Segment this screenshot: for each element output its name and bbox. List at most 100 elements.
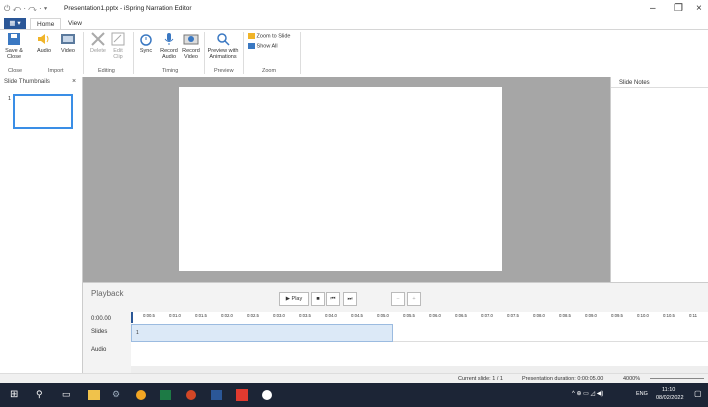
- file-menu-tab[interactable]: ▦ ▾: [4, 18, 26, 29]
- edit-clip-icon: [111, 32, 125, 46]
- ribbon: Save & Close Audio Video Delete Edit Cli…: [0, 29, 708, 78]
- timeline-tick-label: 0:10.5: [663, 313, 675, 318]
- timeline-tick-label: 0:10.0: [637, 313, 649, 318]
- row-label-audio: Audio: [91, 347, 107, 353]
- notifications-icon[interactable]: ▢: [694, 389, 702, 398]
- zoom-slider[interactable]: [650, 378, 704, 379]
- close-icon[interactable]: ×: [72, 78, 76, 85]
- minimize-button[interactable]: –: [650, 3, 656, 14]
- timeline-scrollbar[interactable]: [131, 366, 708, 373]
- audio-label: Audio: [36, 48, 52, 54]
- slide-canvas[interactable]: [179, 87, 502, 271]
- show-all-label: Show All: [256, 43, 278, 50]
- record-video-button[interactable]: Record Video: [177, 32, 205, 60]
- timeline-tick-label: 0:01.0: [169, 313, 181, 318]
- preview-label: Preview with Animations: [207, 48, 239, 60]
- slide-thumbnail[interactable]: [13, 94, 73, 129]
- windows-start-icon[interactable]: ⊞: [10, 389, 18, 400]
- thumbnails-title: Slide Thumbnails: [4, 79, 50, 85]
- notes-title: Slide Notes: [619, 80, 650, 86]
- group-label-import: Import: [48, 68, 64, 74]
- excel-icon[interactable]: [160, 390, 171, 400]
- group-divider: [243, 32, 244, 74]
- group-divider: [300, 32, 301, 74]
- previous-button[interactable]: ⏮: [326, 292, 340, 306]
- record-audio-label: Record Audio: [160, 48, 178, 60]
- stop-button[interactable]: ■: [311, 292, 325, 306]
- chrome-icon[interactable]: [136, 390, 146, 400]
- slide-thumbnails-panel: Slide Thumbnails × 1: [0, 77, 83, 373]
- group-label-zoom: Zoom: [262, 68, 277, 74]
- timeline-tick-label: 0:00.5: [143, 313, 155, 318]
- timeline-tick-label: 0:05.5: [403, 313, 415, 318]
- save-close-icon: [8, 33, 20, 45]
- timeline-tick-label: 0:09.5: [611, 313, 623, 318]
- timeline-tick-label: 0:07.5: [507, 313, 519, 318]
- system-tray-icons[interactable]: ^ ⊕ ▭ ◿ ◀): [572, 390, 603, 397]
- play-button[interactable]: ▶ Play: [279, 292, 309, 306]
- zoom-to-slide-button[interactable]: Zoom to Slide: [248, 33, 290, 39]
- video-button[interactable]: Video: [54, 32, 82, 54]
- sync-label: Sync: [139, 48, 153, 54]
- thumbnails-header: Slide Thumbnails ×: [0, 77, 82, 87]
- maximize-button[interactable]: ❐: [674, 3, 683, 14]
- ribbon-tabs: ▦ ▾ Home View: [0, 18, 708, 30]
- language-indicator[interactable]: ENG: [636, 391, 648, 397]
- preview-animations-button[interactable]: Preview with Animations: [205, 32, 241, 60]
- quick-access-toolbar[interactable]: ⏻ ↶ · ↷ · ▾: [4, 4, 47, 14]
- video-label: Video: [61, 48, 75, 54]
- show-all-button[interactable]: Show All: [248, 43, 278, 49]
- file-explorer-icon[interactable]: [88, 390, 100, 400]
- acrobat-icon[interactable]: [236, 389, 248, 401]
- title-bar: ⏻ ↶ · ↷ · ▾ Presentation1.pptx - iSpring…: [0, 0, 708, 18]
- zoom-to-slide-icon: [248, 33, 255, 39]
- timeline-tick-label: 0:03.0: [273, 313, 285, 318]
- clock-time: 11:10: [662, 387, 676, 393]
- slide-clip[interactable]: 1: [131, 324, 393, 342]
- playback-title: Playback: [91, 289, 124, 298]
- powerpoint-icon[interactable]: [186, 390, 196, 400]
- show-all-icon: [248, 43, 255, 49]
- settings-icon[interactable]: ⚙: [112, 389, 120, 400]
- audio-track[interactable]: [131, 342, 708, 366]
- timeline-tick-label: 0:08.0: [533, 313, 545, 318]
- next-button[interactable]: ⏭: [343, 292, 357, 306]
- zoom-level: 4000%: [623, 376, 641, 382]
- slide-notes-panel: Slide Notes: [610, 77, 708, 282]
- playhead[interactable]: [131, 312, 133, 323]
- divider: [611, 87, 708, 88]
- timeline-tick-label: 0:06.0: [429, 313, 441, 318]
- task-view-icon[interactable]: ▭: [62, 389, 71, 400]
- zoom-in-button[interactable]: +: [407, 292, 421, 306]
- current-slide-status: Current slide: 1 / 1: [458, 376, 503, 382]
- stopwatch-icon: [140, 34, 152, 46]
- speaker-icon: [38, 34, 49, 44]
- timeline-tick-label: 0:07.0: [481, 313, 493, 318]
- slides-track: 1: [131, 323, 708, 342]
- search-icon[interactable]: ⚲: [36, 389, 43, 400]
- webcam-icon: [183, 34, 199, 45]
- timeline-tick-label: 0:08.5: [559, 313, 571, 318]
- zoom-to-slide-label: Zoom to Slide: [256, 33, 291, 40]
- timeline-tick-label: 0:06.5: [455, 313, 467, 318]
- timeline-tick-label: 0:03.5: [299, 313, 311, 318]
- group-label-editing: Editing: [98, 68, 115, 74]
- close-button[interactable]: ×: [696, 3, 702, 14]
- edit-clip-button[interactable]: Edit Clip: [104, 32, 132, 60]
- zoom-out-button[interactable]: −: [391, 292, 405, 306]
- preview-icon: [217, 33, 230, 46]
- timeline-tick-label: 0:04.5: [351, 313, 363, 318]
- slide-clip-label: 1: [136, 330, 139, 336]
- row-label-slides: Slides: [91, 329, 108, 335]
- word-icon[interactable]: [211, 390, 222, 400]
- ispring-icon[interactable]: [262, 390, 272, 400]
- time-readout: 0:00.00: [91, 316, 112, 322]
- save-close-button[interactable]: Save & Close: [0, 32, 28, 60]
- tab-view[interactable]: View: [62, 18, 88, 29]
- save-close-label: Save & Close: [5, 48, 23, 60]
- record-video-label: Record Video: [182, 48, 200, 60]
- slide-stage: [83, 77, 610, 282]
- group-label-preview: Preview: [214, 68, 234, 74]
- video-icon: [61, 34, 75, 44]
- edit-clip-label: Edit Clip: [113, 48, 123, 60]
